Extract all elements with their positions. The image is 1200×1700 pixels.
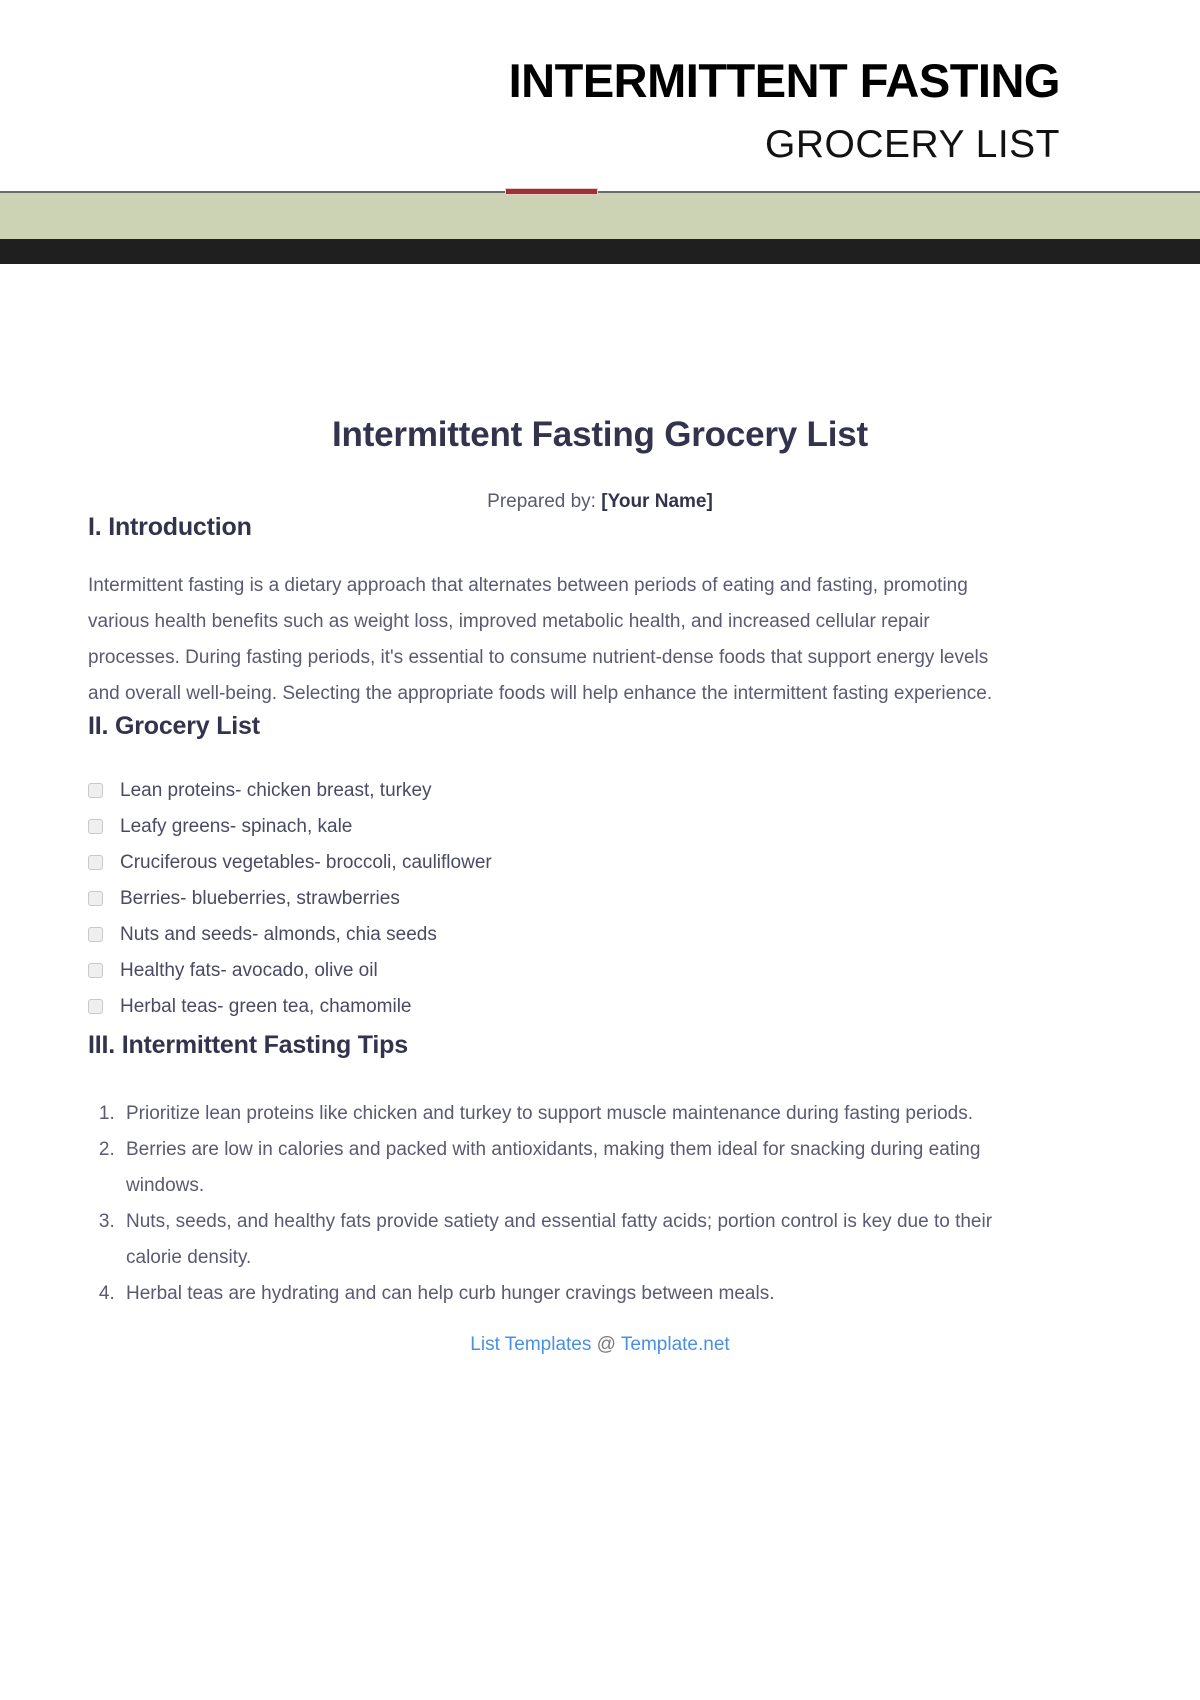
masthead-accent-tab <box>505 188 598 195</box>
grocery-list-item[interactable]: Lean proteins- chicken breast, turkey <box>88 779 1112 802</box>
grocery-list-item[interactable]: Leafy greens- spinach, kale <box>88 815 1112 838</box>
grocery-list-item[interactable]: Berries- blueberries, strawberries <box>88 887 1112 910</box>
checkbox-icon[interactable] <box>88 999 103 1014</box>
checkbox-icon[interactable] <box>88 927 103 942</box>
grocery-list-item[interactable]: Healthy fats- avocado, olive oil <box>88 959 1112 982</box>
grocery-list-item-label: Nuts and seeds- almonds, chia seeds <box>120 924 437 945</box>
sage-color-band <box>0 193 1200 239</box>
checkbox-icon[interactable] <box>88 891 103 906</box>
section-heading-introduction: I. Introduction <box>88 513 252 541</box>
checkbox-icon[interactable] <box>88 819 103 834</box>
footer-at-symbol: @ <box>596 1334 616 1355</box>
masthead-subtitle: GROCERY LIST <box>765 123 1060 166</box>
tips-list-item: Prioritize lean proteins like chicken an… <box>120 1096 1036 1132</box>
introduction-paragraph: Intermittent fasting is a dietary approa… <box>88 575 993 704</box>
tips-list-item: Herbal teas are hydrating and can help c… <box>120 1276 1036 1312</box>
checkbox-icon[interactable] <box>88 855 103 870</box>
grocery-list-item-label: Leafy greens- spinach, kale <box>120 816 353 837</box>
grocery-checklist: Lean proteins- chicken breast, turkey Lea… <box>88 779 1112 1018</box>
masthead-divider-line <box>0 191 1200 193</box>
grocery-list-item[interactable]: Nuts and seeds- almonds, chia seeds <box>88 923 1112 946</box>
dark-color-band <box>0 239 1200 264</box>
grocery-list-item[interactable]: Herbal teas- green tea, chamomile <box>88 995 1112 1018</box>
section-heading-fasting-tips: III. Intermittent Fasting Tips <box>88 1031 408 1059</box>
grocery-list-item-label: Cruciferous vegetables- broccoli, caulif… <box>120 852 492 873</box>
tips-list-item: Berries are low in calories and packed w… <box>120 1132 1036 1204</box>
grocery-list-item-label: Healthy fats- avocado, olive oil <box>120 960 378 981</box>
tips-ordered-list: Prioritize lean proteins like chicken an… <box>88 1096 1112 1312</box>
tips-list-item: Nuts, seeds, and healthy fats provide sa… <box>120 1204 1036 1276</box>
prepared-by-label: Prepared by: <box>487 491 596 512</box>
checkbox-icon[interactable] <box>88 963 103 978</box>
grocery-list-item-label: Herbal teas- green tea, chamomile <box>120 996 412 1017</box>
masthead: INTERMITTENT FASTING GROCERY LIST <box>0 0 1200 195</box>
checkbox-icon[interactable] <box>88 783 103 798</box>
masthead-title: INTERMITTENT FASTING <box>508 54 1061 107</box>
grocery-list-item-label: Berries- blueberries, strawberries <box>120 888 400 909</box>
footer: List Templates @ Template.net <box>88 1334 1112 1356</box>
section-heading-grocery-list: II. Grocery List <box>88 712 260 740</box>
grocery-list-item-label: Lean proteins- chicken breast, turkey <box>120 780 432 801</box>
page-title: Intermittent Fasting Grocery List <box>332 415 868 454</box>
document-body: Intermittent Fasting Grocery List Prepar… <box>0 415 1200 1356</box>
grocery-list-item[interactable]: Cruciferous vegetables- broccoli, caulif… <box>88 851 1112 874</box>
footer-link-template-net[interactable]: Template.net <box>621 1334 730 1355</box>
footer-link-list-templates[interactable]: List Templates <box>470 1334 591 1355</box>
prepared-by-line: Prepared by: [Your Name] <box>88 491 1112 513</box>
prepared-by-value[interactable]: [Your Name] <box>601 491 713 512</box>
